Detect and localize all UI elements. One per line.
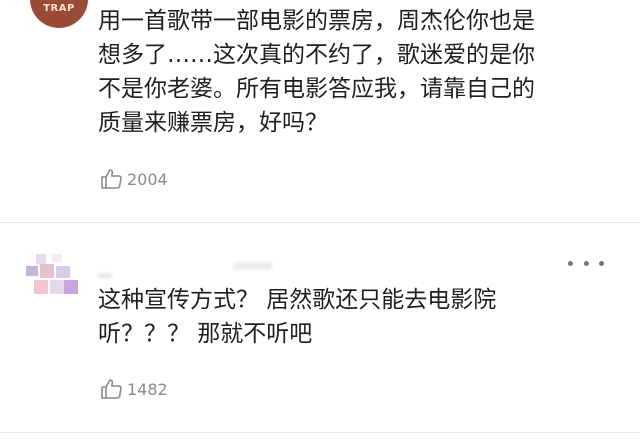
comment-text: 这种宣传方式？ 居然歌还只能去电影院 听？？？ 那就不听吧 [98,287,497,347]
username-blurred [234,262,272,270]
avatar[interactable] [26,252,82,300]
divider [0,432,640,433]
divider [0,222,640,223]
like-count: 2004 [127,169,168,189]
username-blurred [98,274,112,277]
thumbs-up-icon [101,379,122,399]
more-dots-icon[interactable] [568,254,604,272]
thumbs-up-icon [101,169,122,189]
avatar[interactable]: TRAP [30,0,88,28]
like-count: 1482 [127,379,168,399]
like-button[interactable]: 2004 [100,167,168,191]
comment-text: 用一首歌带一部电影的票房，周杰伦你也是 想多了……这次真的不约了，歌迷爱的是你 … [98,8,535,136]
like-button[interactable]: 1482 [100,377,168,401]
avatar-logo-text: TRAP [43,3,75,14]
